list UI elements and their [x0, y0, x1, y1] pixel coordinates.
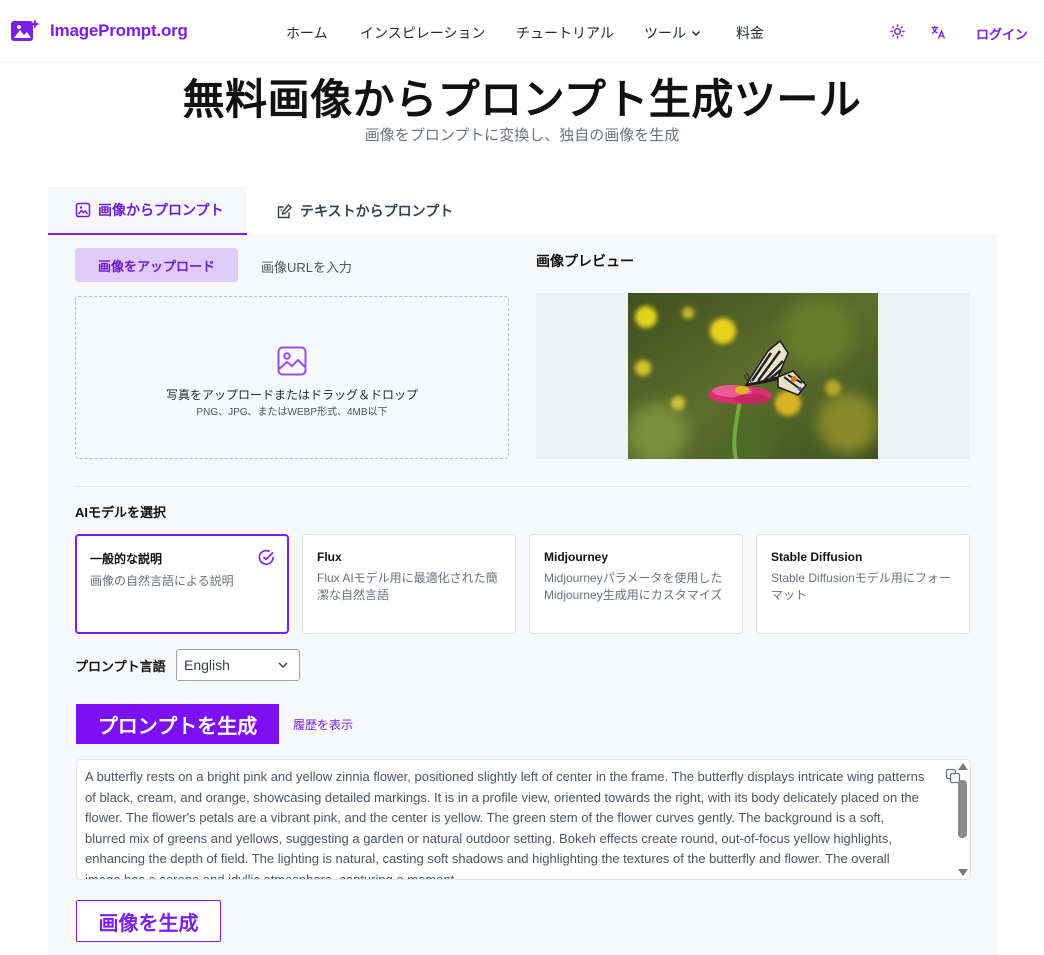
theme-toggle-button[interactable]	[890, 24, 905, 44]
image-upload-icon	[277, 346, 307, 376]
translate-icon	[931, 26, 946, 39]
preview-title: 画像プレビュー	[536, 253, 634, 269]
nav-home-label: ホーム	[286, 25, 328, 41]
model-card-title: 一般的な説明	[90, 552, 163, 566]
model-card-stable-diffusion[interactable]: Stable Diffusion Stable Diffusionモデル用にフォ…	[756, 534, 970, 634]
tab-image-to-prompt[interactable]: 画像からプロンプト	[48, 187, 247, 235]
generate-image-button[interactable]: 画像を生成	[76, 900, 221, 942]
note-edit-icon	[277, 203, 292, 218]
model-card-general[interactable]: 一般的な説明 画像の自然言語による説明	[75, 534, 289, 634]
prompt-output-text: A butterfly rests on a bright pink and y…	[85, 769, 925, 880]
preview-image	[628, 293, 878, 459]
nav-inspiration[interactable]: インスピレーション	[360, 23, 516, 43]
scroll-up-arrow-icon[interactable]	[958, 763, 968, 770]
chevron-down-icon	[691, 30, 701, 37]
upload-dropzone[interactable]: 写真をアップロードまたはドラッグ＆ドロップ PNG、JPG、またはWEBP形式、…	[75, 296, 509, 459]
tab-text-to-prompt[interactable]: テキストからプロンプト	[276, 187, 453, 235]
model-card-title: Stable Diffusion	[771, 550, 863, 564]
prompt-output-textarea[interactable]: A butterfly rests on a bright pink and y…	[76, 759, 971, 880]
model-card-desc: Midjourneyパラメータを使用したMidjourney生成用にカスタマイズ	[544, 571, 723, 602]
prompt-language-value: English	[184, 657, 230, 673]
brand-logo-link[interactable]: ImagePrompt.org	[10, 18, 188, 44]
model-card-desc: Stable Diffusionモデル用にフォーマット	[771, 571, 951, 602]
tab-text-to-prompt-label: テキストからプロンプト	[300, 203, 454, 219]
nav-tools[interactable]: ツール	[644, 23, 736, 43]
nav-pricing-label: 料金	[736, 25, 764, 41]
nav-tutorial[interactable]: チュートリアル	[516, 23, 644, 43]
nav-pricing[interactable]: 料金	[736, 23, 764, 43]
nav-home[interactable]: ホーム	[286, 23, 360, 43]
prompt-language-select[interactable]: English	[176, 649, 300, 681]
sun-icon	[890, 24, 905, 39]
model-section-label: AIモデルを選択	[75, 505, 167, 520]
upload-mode-button[interactable]: 画像をアップロード	[75, 248, 238, 282]
chevron-down-icon	[278, 662, 288, 669]
logo-icon	[11, 19, 40, 41]
nav-tutorial-label: チュートリアル	[516, 25, 614, 41]
section-divider	[75, 486, 970, 487]
scroll-thumb[interactable]	[958, 780, 967, 838]
check-circle-icon	[258, 549, 274, 565]
image-edit-icon	[75, 202, 91, 218]
model-card-midjourney[interactable]: Midjourney Midjourneyパラメータを使用したMidjourne…	[529, 534, 743, 634]
model-card-desc: 画像の自然言語による説明	[90, 574, 234, 588]
output-scrollbar[interactable]	[955, 763, 969, 878]
model-card-title: Flux	[317, 550, 342, 564]
model-card-flux[interactable]: Flux Flux AIモデル用に最適化された簡潔な自然言語	[302, 534, 516, 634]
top-navigation-bar: ImagePrompt.org ホーム インスピレーション チュートリアル ツー…	[0, 0, 1044, 63]
page-title: 無料画像からプロンプト生成ツール	[182, 76, 862, 123]
butterfly-photo	[628, 293, 878, 459]
brand-name: ImagePrompt.org	[50, 21, 188, 40]
view-history-link[interactable]: 履歴を表示	[293, 716, 353, 733]
nav-inspiration-label: インスピレーション	[360, 25, 486, 41]
main-nav: ホーム インスピレーション チュートリアル ツール 料金	[286, 23, 764, 43]
page-subtitle: 画像をプロンプトに変換し、独自の画像を生成	[364, 127, 680, 144]
dropzone-text: 写真をアップロードまたはドラッグ＆ドロップ	[165, 388, 418, 402]
model-card-desc: Flux AIモデル用に最適化された簡潔な自然言語	[317, 571, 498, 602]
nav-tools-label: ツール	[644, 25, 686, 41]
login-link[interactable]: ログイン	[976, 24, 1028, 43]
model-card-title: Midjourney	[544, 550, 609, 564]
tab-image-to-prompt-label: 画像からプロンプト	[98, 202, 224, 218]
prompt-language-label: プロンプト言語	[75, 659, 166, 674]
url-mode-button[interactable]: 画像URLを入力	[261, 257, 352, 276]
scroll-down-arrow-icon[interactable]	[958, 869, 968, 876]
dropzone-hint: PNG、JPG、またはWEBP形式、4MB以下	[196, 407, 388, 418]
generate-prompt-button[interactable]: プロンプトを生成	[76, 704, 279, 744]
language-switch-button[interactable]	[930, 24, 946, 45]
